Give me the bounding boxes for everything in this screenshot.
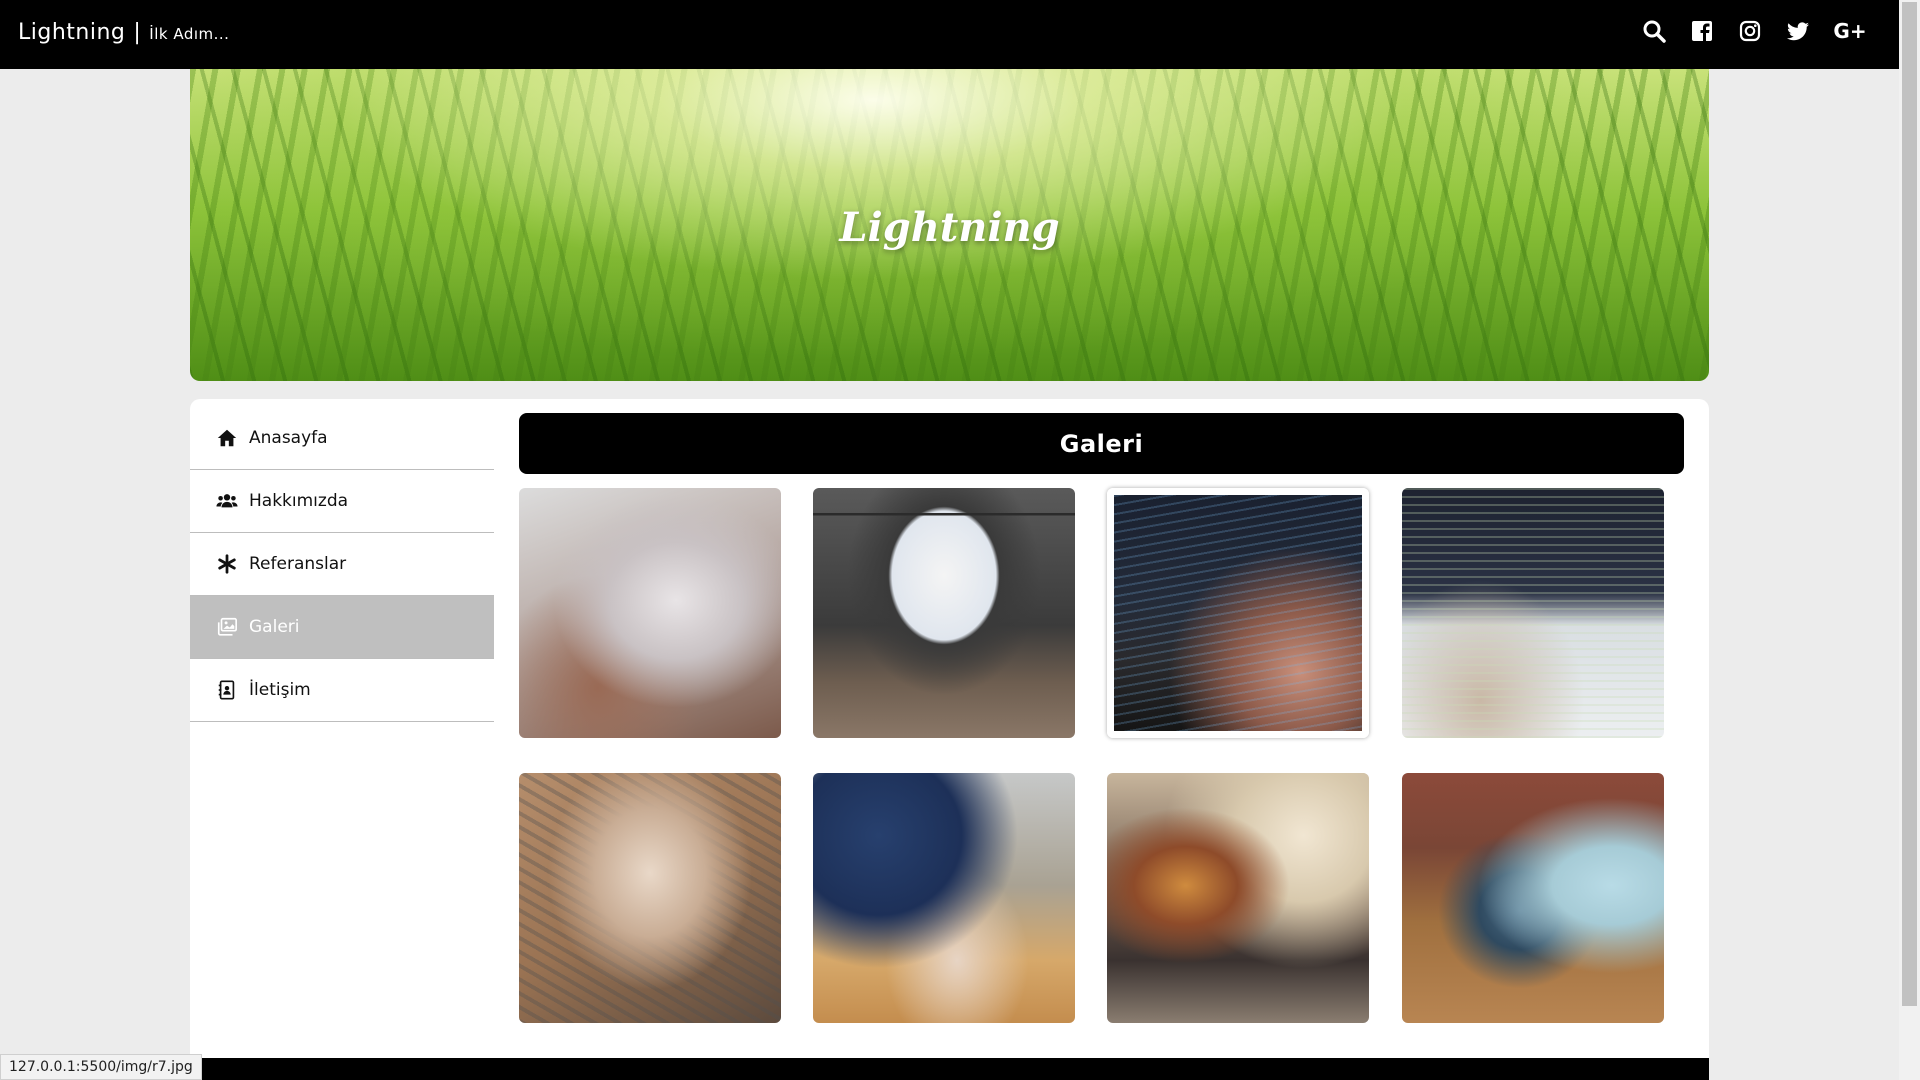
gallery-image-content [519, 773, 781, 1023]
gallery-title: Galeri [519, 413, 1684, 474]
sidebar-item-referanslar[interactable]: Referanslar [190, 533, 494, 596]
google-plus-icon[interactable]: G+ [1833, 18, 1867, 44]
sidebar-item-label: Galeri [249, 617, 300, 637]
browser-status-url: 127.0.0.1:5500/img/r7.jpg [0, 1054, 202, 1080]
sidebar-item-hakkimizda[interactable]: Hakkımızda [190, 470, 494, 533]
hero-title: Lightning [839, 204, 1060, 251]
gallery-image[interactable] [1402, 773, 1664, 1023]
brand-separator: | [133, 20, 142, 45]
gallery-image[interactable] [1402, 488, 1664, 738]
gallery-image-content [1402, 488, 1664, 738]
hero-banner: Lightning [190, 69, 1709, 381]
social-icons: G+ [1641, 18, 1867, 44]
users-icon [215, 490, 239, 512]
gallery-image-content [813, 488, 1075, 738]
content-panel: Anasayfa Hakkımızda Referanslar Galeri İ… [190, 399, 1709, 1080]
gallery-image-content [519, 488, 781, 738]
asterisk-icon [215, 553, 239, 575]
gallery-image[interactable] [519, 773, 781, 1023]
sidebar-item-anasayfa[interactable]: Anasayfa [190, 407, 494, 470]
brand-name: Lightning [18, 20, 126, 45]
sidebar-item-label: Referanslar [249, 554, 347, 574]
gallery-image[interactable] [1107, 488, 1369, 738]
contact-card-icon [215, 679, 239, 701]
footer-bar [190, 1058, 1709, 1080]
gallery-image[interactable] [519, 488, 781, 738]
search-icon[interactable] [1641, 18, 1667, 44]
twitter-icon[interactable] [1785, 18, 1811, 44]
sidebar-item-label: Anasayfa [249, 428, 328, 448]
gallery-image-content [1402, 773, 1664, 1023]
sidebar-menu: Anasayfa Hakkımızda Referanslar Galeri İ… [190, 407, 494, 722]
gallery-image[interactable] [813, 488, 1075, 738]
home-icon [215, 427, 239, 449]
instagram-icon[interactable] [1737, 18, 1763, 44]
gallery-image-content [813, 773, 1075, 1023]
facebook-icon[interactable] [1689, 18, 1715, 44]
gallery-image[interactable] [1107, 773, 1369, 1023]
sidebar-item-iletisim[interactable]: İletişim [190, 659, 494, 722]
brand-tagline: İlk Adım... [149, 25, 230, 43]
gallery-image[interactable] [813, 773, 1075, 1023]
sidebar-item-label: Hakkımızda [249, 491, 349, 511]
page-scrollbar[interactable] [1899, 0, 1920, 1080]
gallery-image-content [1107, 773, 1369, 1023]
scrollbar-thumb[interactable] [1902, 2, 1917, 1006]
brand-logo[interactable]: Lightning | İlk Adım... [18, 20, 229, 45]
sidebar-item-galeri[interactable]: Galeri [190, 596, 494, 659]
images-icon [215, 616, 239, 638]
gallery-image-content [1114, 495, 1362, 731]
sidebar-item-label: İletişim [249, 680, 311, 700]
top-navbar: Lightning | İlk Adım... G+ [0, 0, 1899, 69]
